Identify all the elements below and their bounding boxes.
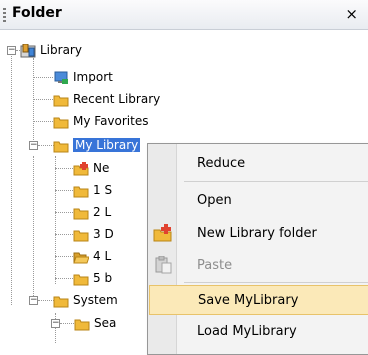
tree-line xyxy=(33,99,53,100)
folder-icon xyxy=(73,272,89,285)
collapse-icon[interactable]: − xyxy=(7,46,16,55)
import-icon xyxy=(53,71,69,84)
tree-node-child-1[interactable]: 1 S xyxy=(73,180,112,200)
tree-node-system-child[interactable]: Sea xyxy=(74,313,116,333)
tree-line xyxy=(33,58,34,146)
tree-node-child-3[interactable]: 3 D xyxy=(73,224,114,244)
menu-item-load-mylibrary[interactable]: Load MyLibrary xyxy=(149,316,368,346)
tree-line xyxy=(55,156,56,284)
collapse-icon[interactable]: − xyxy=(29,141,38,150)
new-folder-icon xyxy=(73,161,89,175)
menu-item-new-library-folder[interactable]: New Library folder xyxy=(149,218,368,248)
tree-node-child-5[interactable]: 5 b xyxy=(73,268,112,288)
folder-icon xyxy=(73,228,89,241)
tree-line xyxy=(60,323,74,324)
menu-item-reduce[interactable]: Reduce xyxy=(149,148,368,178)
collapse-icon[interactable]: − xyxy=(29,296,38,305)
menu-separator xyxy=(184,181,368,182)
tree-node-new[interactable]: Ne xyxy=(73,158,109,178)
drag-grip-icon[interactable] xyxy=(3,8,6,22)
collapse-icon[interactable]: − xyxy=(51,319,60,328)
tree-line xyxy=(55,234,73,235)
tree-node-child-4[interactable]: 4 L xyxy=(73,246,111,266)
tree-line xyxy=(33,77,53,78)
open-folder-icon xyxy=(73,250,89,263)
folder-icon xyxy=(73,184,89,197)
tree-node-my-library[interactable]: My Library xyxy=(53,135,141,155)
panel-title: Folder xyxy=(12,5,62,21)
tree-line xyxy=(55,278,73,279)
folder-icon xyxy=(53,139,69,152)
tree-line xyxy=(38,145,54,146)
menu-separator xyxy=(184,282,368,283)
tree-line xyxy=(33,121,53,122)
tree-line xyxy=(11,50,12,305)
folder-icon xyxy=(74,317,90,330)
new-folder-icon xyxy=(153,224,173,242)
panel-header: Folder × xyxy=(0,0,368,30)
folder-icon xyxy=(53,93,69,106)
library-icon xyxy=(20,43,36,57)
folder-icon xyxy=(73,206,89,219)
tree-line xyxy=(55,212,73,213)
menu-item-open[interactable]: Open xyxy=(149,185,368,215)
folder-icon xyxy=(53,294,69,307)
tree-line xyxy=(55,190,73,191)
tree-line xyxy=(33,156,34,296)
tree-node-system[interactable]: System xyxy=(53,290,118,310)
close-icon[interactable]: × xyxy=(345,5,358,23)
tree-line xyxy=(55,168,73,169)
tree-node-child-2[interactable]: 2 L xyxy=(73,202,111,222)
menu-item-save-mylibrary[interactable]: Save MyLibrary xyxy=(149,285,368,315)
tree-node-recent-library[interactable]: Recent Library xyxy=(53,89,160,109)
menu-item-paste[interactable]: Paste xyxy=(149,250,368,280)
tree-line xyxy=(55,256,73,257)
paste-icon xyxy=(153,255,173,274)
folder-icon xyxy=(53,115,69,128)
tree-node-library[interactable]: Library xyxy=(20,40,82,60)
tree-node-my-favorites[interactable]: My Favorites xyxy=(53,111,148,131)
tree-node-import[interactable]: Import xyxy=(53,67,113,87)
context-menu: Reduce Open New Library folder Paste Sav… xyxy=(147,143,368,355)
tree-line xyxy=(38,300,54,301)
